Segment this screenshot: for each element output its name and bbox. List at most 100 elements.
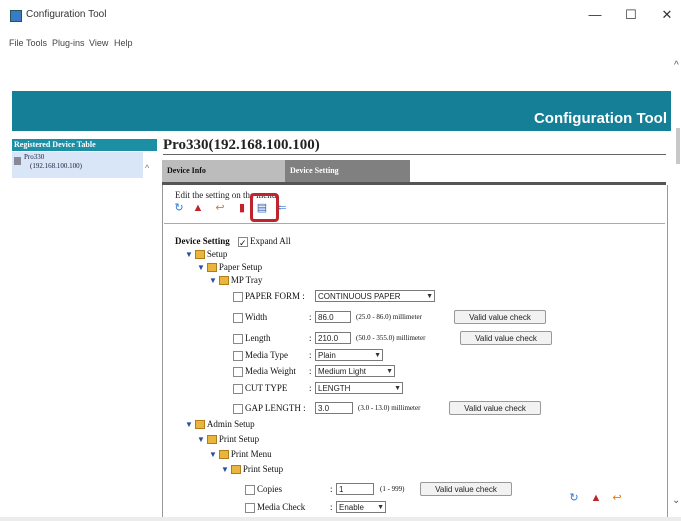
- undo-icon[interactable]: ↩: [214, 202, 226, 214]
- device-title: Pro330(192.168.100.100): [163, 137, 320, 153]
- length-range: (50.0 - 355.0) millimeter: [356, 334, 426, 342]
- colon: :: [309, 366, 312, 376]
- banner-title: Configuration Tool: [533, 110, 667, 127]
- expand-all-checkbox[interactable]: ✓ Expand All: [238, 236, 291, 248]
- triangle-down-icon[interactable]: ▼: [185, 250, 193, 259]
- scroll-down-icon[interactable]: ⌄: [672, 495, 680, 506]
- width-input[interactable]: 86.0: [315, 311, 351, 323]
- setting-icon: [233, 366, 243, 377]
- divider: [163, 154, 666, 155]
- tab-device-info[interactable]: Device Info: [162, 160, 285, 182]
- refresh-icon[interactable]: ↻: [568, 492, 580, 504]
- setting-icon: [233, 333, 243, 344]
- triangle-down-icon[interactable]: ▼: [209, 450, 217, 459]
- setting-label: Media Check: [257, 502, 306, 512]
- device-ip: (192.168.100.100): [30, 162, 82, 170]
- expand-all-label: Expand All: [250, 236, 291, 246]
- copies-input[interactable]: 1: [336, 483, 374, 495]
- setting-media-weight: Media Weight: [233, 366, 296, 377]
- width-range: (25.0 - 86.0) millimeter: [356, 313, 422, 321]
- tree-label: Print Setup: [218, 434, 260, 444]
- printer-icon: [14, 157, 21, 165]
- setting-paper-form: PAPER FORM :: [233, 291, 305, 302]
- folder-icon: [206, 263, 217, 273]
- tree-label: Setup: [206, 249, 228, 259]
- tree-node-paper-setup[interactable]: ▼ Paper Setup: [197, 262, 263, 273]
- scroll-up-icon[interactable]: ^: [674, 60, 679, 71]
- printer-icon[interactable]: ▲: [590, 492, 602, 504]
- copies-valid-check-button[interactable]: Valid value check: [420, 482, 512, 496]
- clipboard-icon[interactable]: ▮: [236, 202, 248, 214]
- scrollbar-thumb[interactable]: [676, 128, 680, 164]
- setting-width: Width: [233, 312, 267, 323]
- tree-node-mp-tray[interactable]: ▼ MP Tray: [209, 275, 262, 286]
- app-icon: [10, 10, 22, 22]
- menu-view[interactable]: View: [89, 38, 108, 48]
- menu-plugins[interactable]: Plug-ins: [52, 38, 85, 48]
- folder-icon: [206, 435, 217, 445]
- tree-node-setup[interactable]: ▼ Setup: [185, 249, 228, 260]
- copies-range: (1 - 999): [380, 485, 405, 493]
- paper-form-select[interactable]: CONTINUOUS PAPER: [315, 290, 435, 303]
- setting-length: Length: [233, 333, 271, 344]
- setting-media-type: Media Type: [233, 350, 288, 361]
- colon: :: [309, 312, 312, 322]
- media-weight-select[interactable]: Medium Light: [315, 365, 395, 378]
- width-valid-check-button[interactable]: Valid value check: [454, 310, 546, 324]
- device-setting-label: Device Setting: [175, 236, 230, 246]
- gap-length-range: (3.0 - 13.0) millimeter: [358, 404, 421, 412]
- tree-label: Print Setup: [242, 464, 284, 474]
- triangle-down-icon[interactable]: ▼: [197, 263, 205, 272]
- folder-icon: [218, 450, 229, 460]
- gap-length-valid-check-button[interactable]: Valid value check: [449, 401, 541, 415]
- setting-icon: [233, 350, 243, 361]
- menu-file[interactable]: File: [9, 38, 24, 48]
- folder-icon: [194, 250, 205, 260]
- setting-label: Media Weight: [245, 366, 296, 376]
- setting-cut-type: CUT TYPE: [233, 383, 287, 394]
- setting-label: Width: [245, 312, 268, 322]
- maximize-button[interactable]: ☐: [619, 6, 643, 24]
- setting-media-check: Media Check: [245, 502, 305, 513]
- triangle-down-icon[interactable]: ▼: [209, 276, 217, 285]
- folder-icon: [218, 276, 229, 286]
- media-check-select[interactable]: Enable: [336, 501, 386, 514]
- tree-label: Paper Setup: [218, 262, 263, 272]
- media-type-select[interactable]: Plain: [315, 349, 383, 362]
- tree-node-print-menu[interactable]: ▼ Print Menu: [209, 449, 272, 460]
- tab-device-setting[interactable]: Device Setting: [285, 160, 410, 182]
- tree-node-admin-setup[interactable]: ▼ Admin Setup: [185, 419, 255, 430]
- checkbox-icon[interactable]: ✓: [238, 236, 248, 248]
- gap-length-input[interactable]: 3.0: [315, 402, 353, 414]
- registered-device-table-header: Registered Device Table: [12, 139, 157, 151]
- tree-node-print-setup-2[interactable]: ▼ Print Setup: [221, 464, 284, 475]
- menu-help[interactable]: Help: [114, 38, 133, 48]
- minimize-button[interactable]: —: [583, 6, 607, 24]
- undo-icon[interactable]: ↩: [611, 492, 623, 504]
- tree-label: Admin Setup: [206, 419, 255, 429]
- menu-tools[interactable]: Tools: [26, 38, 47, 48]
- triangle-down-icon[interactable]: ▼: [197, 435, 205, 444]
- triangle-down-icon[interactable]: ▼: [185, 420, 193, 429]
- tree-node-print-setup[interactable]: ▼ Print Setup: [197, 434, 260, 445]
- refresh-icon[interactable]: ↻: [173, 202, 185, 214]
- setting-icon: [245, 484, 255, 495]
- bottom-bar: [0, 517, 681, 521]
- close-button[interactable]: ✕: [655, 6, 679, 24]
- colon: :: [330, 502, 333, 512]
- length-valid-check-button[interactable]: Valid value check: [460, 331, 552, 345]
- setting-icon: [233, 383, 243, 394]
- setting-label: Length: [245, 333, 271, 343]
- setting-gap-length: GAP LENGTH :: [233, 403, 306, 414]
- setting-copies: Copies: [245, 484, 282, 495]
- colon: :: [330, 484, 333, 494]
- triangle-down-icon[interactable]: ▼: [221, 465, 229, 474]
- setting-label: Copies: [257, 484, 283, 494]
- setting-label: CUT TYPE: [245, 383, 288, 393]
- setting-label: PAPER FORM: [245, 291, 300, 301]
- chevron-up-icon[interactable]: ^: [145, 163, 149, 173]
- printer-icon[interactable]: ▲: [192, 202, 204, 214]
- length-input[interactable]: 210.0: [315, 332, 351, 344]
- cut-type-select[interactable]: LENGTH: [315, 382, 403, 395]
- folder-icon: [230, 465, 241, 475]
